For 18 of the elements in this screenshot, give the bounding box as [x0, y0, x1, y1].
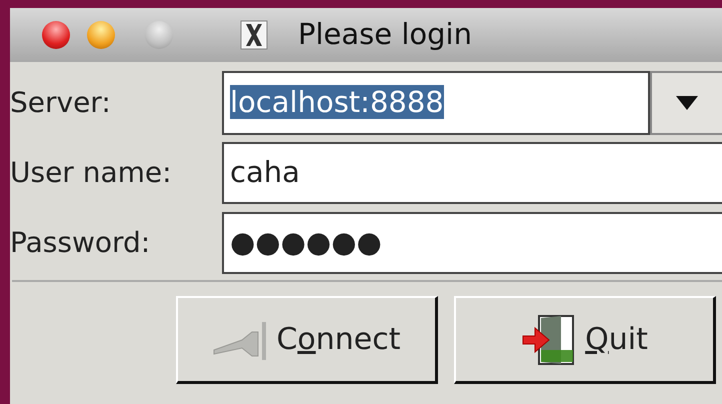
input-field[interactable]: caha	[222, 142, 722, 204]
server-combo-field[interactable]: localhost:8888	[222, 71, 650, 135]
caret-icon	[676, 96, 698, 110]
plug-icon	[212, 320, 268, 360]
server-value: localhost:8888	[230, 84, 444, 122]
field-value: ●●●●●●	[230, 224, 382, 262]
field-value: caha	[230, 154, 300, 192]
field-label: User name:	[10, 155, 173, 191]
minimize-button[interactable]	[87, 21, 115, 49]
quit-button[interactable]: Quit	[454, 296, 716, 384]
input-field[interactable]: ●●●●●●	[222, 212, 722, 274]
app-icon	[240, 20, 268, 50]
connect-button[interactable]: Connect	[176, 296, 438, 384]
close-button[interactable]	[42, 21, 70, 49]
field-label: Server:	[10, 85, 112, 121]
dropdown-button[interactable]	[650, 71, 722, 135]
window-title: Please login	[298, 16, 472, 54]
field-label: Password:	[10, 225, 152, 261]
